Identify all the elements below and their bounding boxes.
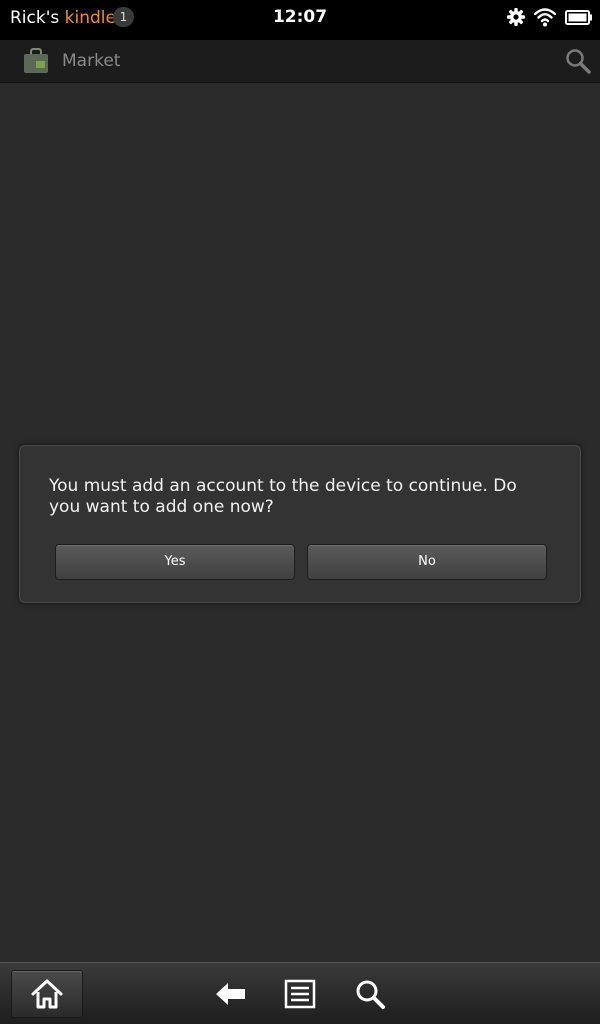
market-bag-icon — [24, 48, 48, 73]
home-icon — [31, 979, 63, 1009]
dialog-message: You must add an account to the device to… — [49, 476, 517, 517]
gear-icon[interactable] — [505, 6, 527, 28]
back-icon[interactable] — [213, 977, 247, 1011]
search-icon[interactable] — [353, 977, 387, 1011]
device-owner-label[interactable]: Rick's kindle — [10, 7, 116, 29]
screen: Rick's kindle 1 12:07 Market You must ad… — [0, 0, 600, 1024]
add-account-dialog: You must add an account to the device to… — [19, 445, 581, 603]
title-bar: Market — [0, 40, 600, 83]
no-button[interactable]: No — [307, 544, 547, 580]
search-icon[interactable] — [564, 47, 592, 75]
bottom-nav-bar — [0, 962, 600, 1024]
owner-name: Rick's — [10, 8, 60, 28]
wifi-icon — [533, 8, 557, 27]
battery-icon — [565, 10, 592, 25]
yes-button[interactable]: Yes — [55, 544, 295, 580]
home-button[interactable] — [11, 970, 83, 1018]
app-title: Market — [62, 51, 121, 71]
menu-icon[interactable] — [283, 977, 317, 1011]
notification-count-badge[interactable]: 1 — [113, 7, 134, 27]
status-bar: Rick's kindle 1 12:07 — [0, 0, 600, 40]
clock: 12:07 — [272, 7, 328, 27]
kindle-brand: kindle — [64, 8, 116, 28]
